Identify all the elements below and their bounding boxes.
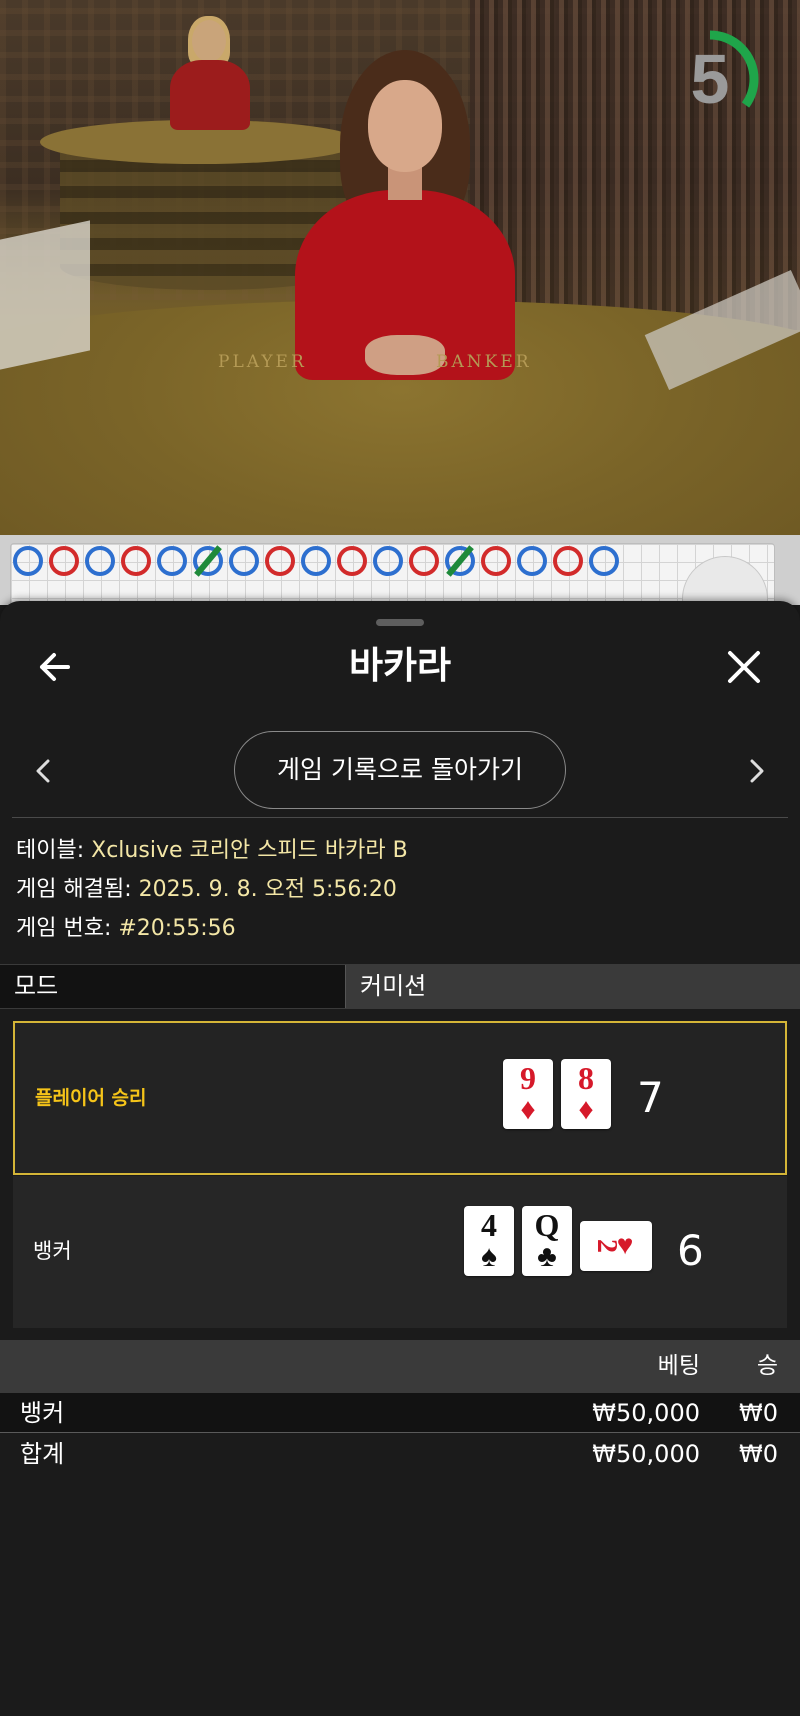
- tab-commission[interactable]: 커미션: [345, 965, 800, 1008]
- bead-player: [337, 546, 367, 576]
- playing-card-third: 2 ♥: [580, 1221, 652, 1271]
- card-rank: 2: [590, 1239, 622, 1253]
- close-icon[interactable]: [722, 645, 766, 689]
- round-label: 게임 번호:: [16, 916, 112, 941]
- resolved-info: 게임 해결됨: 2025. 9. 8. 오전 5:56:20: [16, 872, 397, 908]
- bead-banker: [229, 546, 259, 576]
- bets-table-header: 베팅 승: [0, 1340, 800, 1393]
- resolved-label: 게임 해결됨:: [16, 877, 132, 902]
- card-rank: 8: [578, 1060, 594, 1096]
- bead-banker: [589, 546, 619, 576]
- chevron-left-icon[interactable]: [28, 751, 58, 791]
- page-title: 바카라: [348, 644, 452, 687]
- bead-player: [553, 546, 583, 576]
- back-to-history-button[interactable]: 게임 기록으로 돌아가기: [234, 731, 566, 809]
- countdown-number: 5: [690, 40, 730, 118]
- felt-banker-label: BANKER: [436, 352, 532, 372]
- table-info: 테이블: Xclusive 코리안 스피드 바카라 B: [16, 833, 408, 869]
- bead-banker: [373, 546, 403, 576]
- card-rank: 9: [520, 1060, 536, 1096]
- drag-handle[interactable]: [376, 619, 424, 626]
- spade-icon: ♠: [481, 1240, 497, 1273]
- bet-name: 뱅커: [20, 1399, 65, 1427]
- column-win: 승: [756, 1353, 778, 1379]
- playing-card: 4 ♠: [464, 1206, 514, 1276]
- round-value: #20:55:56: [118, 916, 236, 941]
- banker-hand: 뱅커 4 ♠ Q ♣ 2 ♥ 6: [13, 1176, 787, 1328]
- table-value: Xclusive 코리안 스피드 바카라 B: [91, 838, 408, 863]
- bead-banker: [301, 546, 331, 576]
- chevron-right-icon[interactable]: [742, 751, 772, 791]
- bead-banker: [85, 546, 115, 576]
- background-dealer: [170, 16, 250, 130]
- tab-mode[interactable]: 모드: [0, 965, 345, 1008]
- bead-player: [121, 546, 151, 576]
- win-amount: ₩0: [739, 1440, 778, 1468]
- card-rank: Q: [534, 1207, 560, 1243]
- round-info: 게임 번호: #20:55:56: [16, 911, 236, 947]
- playing-card: Q ♣: [522, 1206, 572, 1276]
- divider: [12, 817, 788, 818]
- live-video-feed: PLAYER BANKER 5: [0, 0, 800, 535]
- player-result-label: 플레이어 승리: [35, 1087, 147, 1109]
- resolved-value: 2025. 9. 8. 오전 5:56:20: [138, 877, 397, 902]
- game-history-panel: 바카라 게임 기록으로 돌아가기 테이블: Xclusive 코리안 스피드 바…: [0, 601, 800, 1716]
- felt-player-label: PLAYER: [218, 352, 307, 372]
- card-rank: 4: [481, 1207, 497, 1243]
- bead-player: [265, 546, 295, 576]
- roadmap-strip[interactable]: [0, 535, 800, 613]
- player-score: 7: [637, 1073, 664, 1122]
- banker-score: 6: [677, 1226, 704, 1275]
- diamond-icon: ♦: [578, 1093, 594, 1126]
- diamond-icon: ♦: [520, 1093, 536, 1126]
- bead-player: [49, 546, 79, 576]
- bead-banker: [517, 546, 547, 576]
- playing-card: 9 ♦: [503, 1059, 553, 1129]
- bet-amount: ₩50,000: [592, 1440, 700, 1468]
- banker-label: 뱅커: [33, 1239, 72, 1263]
- playing-card: 8 ♦: [561, 1059, 611, 1129]
- win-amount: ₩0: [739, 1399, 778, 1427]
- bead-banker: [157, 546, 187, 576]
- table-row-total: 합계 ₩50,000 ₩0: [0, 1434, 800, 1474]
- mode-tabs: 모드 커미션: [0, 964, 800, 1009]
- column-bet: 베팅: [657, 1353, 700, 1379]
- bet-amount: ₩50,000: [592, 1399, 700, 1427]
- club-icon: ♣: [537, 1240, 557, 1273]
- countdown-timer: 5: [666, 26, 772, 132]
- dealer: [290, 40, 520, 380]
- bead-banker: [13, 546, 43, 576]
- bead-player: [481, 546, 511, 576]
- bead-player: [409, 546, 439, 576]
- table-row: 뱅커 ₩50,000 ₩0: [0, 1393, 800, 1433]
- player-hand: 플레이어 승리 9 ♦ 8 ♦ 7: [13, 1021, 787, 1175]
- bet-name: 합계: [20, 1440, 65, 1468]
- table-label: 테이블:: [16, 838, 85, 863]
- card-shoe: [0, 220, 90, 370]
